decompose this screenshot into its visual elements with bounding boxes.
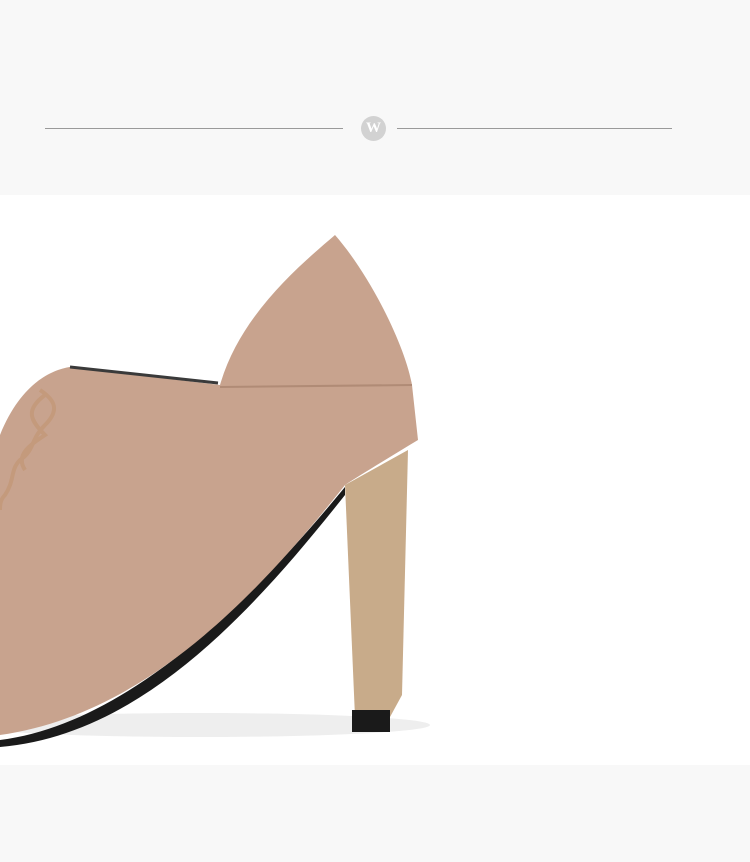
heel (345, 450, 408, 717)
heel-tip (352, 710, 390, 732)
divider-left (45, 128, 343, 129)
brand-logo: W (361, 116, 386, 141)
product-photo (0, 195, 750, 765)
shoe-illustration (0, 235, 430, 747)
divider-right (397, 128, 672, 129)
